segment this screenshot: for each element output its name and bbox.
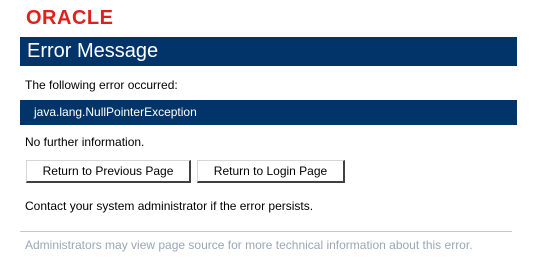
return-login-page-button[interactable]: Return to Login Page	[197, 160, 345, 183]
exception-message: java.lang.NullPointerException	[20, 100, 517, 125]
contact-admin-text: Contact your system administrator if the…	[25, 199, 314, 213]
admin-note-text: Administrators may view page source for …	[25, 238, 473, 252]
return-previous-page-button[interactable]: Return to Previous Page	[26, 160, 191, 183]
oracle-logo: ORACLE	[26, 7, 114, 29]
error-intro-text: The following error occurred:	[25, 78, 178, 92]
error-details-text: No further information.	[25, 135, 145, 149]
page-title: Error Message	[20, 37, 517, 66]
divider	[20, 231, 512, 232]
